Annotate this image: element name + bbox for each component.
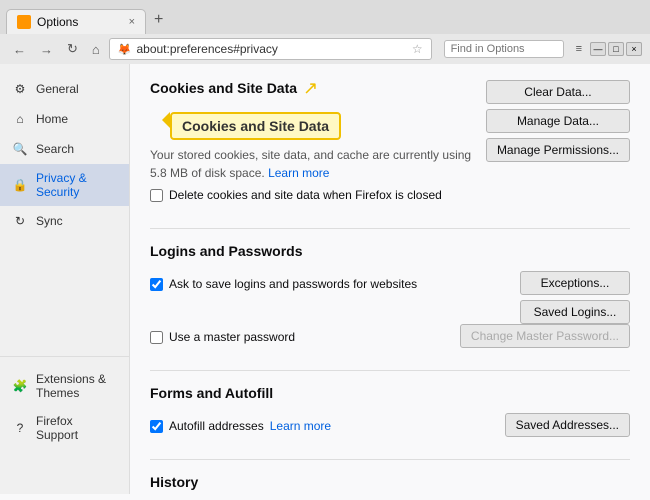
general-icon: ⚙ [12, 81, 28, 97]
master-password-checkbox[interactable] [150, 331, 163, 344]
change-master-button[interactable]: Change Master Password... [460, 324, 630, 348]
delete-cookies-checkbox[interactable] [150, 189, 163, 202]
divider-3 [150, 459, 630, 460]
forms-content: Autofill addresses Learn more [150, 413, 495, 439]
sidebar-label-search: Search [36, 142, 74, 156]
master-password-row: Use a master password Change Master Pass… [150, 324, 630, 350]
cookies-desc: Your stored cookies, site data, and cach… [150, 146, 476, 182]
forward-button[interactable]: → [35, 39, 58, 60]
master-checkbox-row: Use a master password [150, 330, 450, 344]
manage-data-button[interactable]: Manage Data... [486, 109, 630, 133]
url-text: about:preferences#privacy [136, 42, 277, 56]
tab-title: Options [37, 15, 78, 29]
divider-1 [150, 228, 630, 229]
sidebar-label-extensions: Extensions & Themes [36, 372, 117, 400]
saved-addresses-button[interactable]: Saved Addresses... [505, 413, 630, 437]
exceptions-button[interactable]: Exceptions... [520, 271, 630, 295]
sidebar-item-support[interactable]: ? Firefox Support [0, 407, 129, 449]
nav-bar: ← → ↻ ⌂ 🦊 about:preferences#privacy ☆ ≡ … [0, 34, 650, 64]
sidebar-item-sync[interactable]: ↻ Sync [0, 206, 129, 236]
search-icon: 🔍 [12, 141, 28, 157]
sidebar-item-extensions[interactable]: 🧩 Extensions & Themes [0, 365, 129, 407]
callout-container: Cookies and Site Data [150, 108, 476, 140]
extensions-icon: 🧩 [12, 378, 28, 394]
ask-logins-label: Ask to save logins and passwords for web… [169, 277, 417, 291]
toolbar-icons: ≡ [572, 43, 582, 55]
saved-logins-button[interactable]: Saved Logins... [520, 300, 630, 324]
cookies-title: Cookies and Site Data [150, 80, 297, 100]
forms-section: Forms and Autofill Autofill addresses Le… [150, 385, 630, 439]
logins-content: Ask to save logins and passwords for web… [150, 271, 510, 297]
delete-cookies-checkbox-row: Delete cookies and site data when Firefo… [150, 188, 476, 202]
forms-row: Autofill addresses Learn more Saved Addr… [150, 413, 630, 439]
manage-permissions-button[interactable]: Manage Permissions... [486, 138, 630, 162]
autofill-label: Autofill addresses [169, 419, 264, 433]
sidebar-label-home: Home [36, 112, 68, 126]
sidebar-item-privacy[interactable]: 🔒 Privacy & Security [0, 164, 129, 206]
autofill-checkbox-row: Autofill addresses Learn more [150, 419, 495, 433]
logins-buttons: Exceptions... Saved Logins... [520, 271, 630, 324]
sidebar-item-home[interactable]: ⌂ Home [0, 104, 129, 134]
sidebar: ⚙ General ⌂ Home 🔍 Search 🔒 Privacy & Se… [0, 64, 130, 494]
forms-title: Forms and Autofill [150, 385, 630, 405]
sidebar-label-support: Firefox Support [36, 414, 117, 442]
tab-close-btn[interactable]: × [129, 16, 135, 28]
reload-button[interactable]: ↻ [62, 38, 83, 60]
privacy-icon: 🔒 [12, 177, 28, 193]
clear-data-button[interactable]: Clear Data... [486, 80, 630, 104]
home-button[interactable]: ⌂ [87, 39, 105, 60]
sidebar-label-privacy: Privacy & Security [36, 171, 117, 199]
content-area: Cookies and Site Data ↗ Cookies and Site… [130, 64, 650, 494]
master-buttons: Change Master Password... [460, 324, 630, 348]
browser-chrome: Options × + ← → ↻ ⌂ 🦊 about:preferences#… [0, 0, 650, 64]
sidebar-label-general: General [36, 82, 79, 96]
callout-tooltip: Cookies and Site Data [170, 112, 341, 140]
tab-bar: Options × + [0, 0, 650, 34]
cookies-content: Cookies and Site Data ↗ Cookies and Site… [150, 80, 476, 208]
window-controls: — □ × [590, 42, 642, 56]
find-input[interactable] [444, 40, 564, 58]
sync-icon: ↻ [12, 213, 28, 229]
sidebar-item-general[interactable]: ⚙ General [0, 74, 129, 104]
cookies-learn-more[interactable]: Learn more [268, 166, 329, 180]
history-section: History Firefox will Remember history Ne… [150, 474, 630, 494]
cookies-buttons: Clear Data... Manage Data... Manage Perm… [486, 80, 630, 162]
active-tab[interactable]: Options × [6, 9, 146, 34]
find-bar [444, 40, 564, 58]
bookmark-icon[interactable]: ☆ [412, 42, 423, 56]
new-tab-button[interactable]: + [146, 6, 171, 34]
sidebar-bottom: 🧩 Extensions & Themes ? Firefox Support [0, 356, 129, 449]
forms-buttons: Saved Addresses... [505, 413, 630, 437]
back-button[interactable]: ← [8, 39, 31, 60]
minimize-button[interactable]: — [590, 42, 606, 56]
logins-section: Logins and Passwords Ask to save logins … [150, 243, 630, 350]
tab-icon [17, 15, 31, 29]
cookies-title-row: Cookies and Site Data ↗ [150, 80, 476, 108]
firefox-icon: 🦊 [118, 43, 132, 56]
home-icon: ⌂ [12, 111, 28, 127]
url-bar[interactable]: 🦊 about:preferences#privacy ☆ [109, 38, 432, 60]
close-button[interactable]: × [626, 42, 642, 56]
callout-arrow-icon: ↗ [303, 78, 318, 99]
sidebar-label-sync: Sync [36, 214, 63, 228]
master-password-label: Use a master password [169, 330, 295, 344]
divider-2 [150, 370, 630, 371]
master-content: Use a master password [150, 324, 450, 350]
ask-logins-checkbox-row: Ask to save logins and passwords for web… [150, 277, 510, 291]
delete-cookies-label: Delete cookies and site data when Firefo… [169, 188, 442, 202]
history-title: History [150, 474, 630, 494]
main-content: ⚙ General ⌂ Home 🔍 Search 🔒 Privacy & Se… [0, 64, 650, 494]
logins-row: Ask to save logins and passwords for web… [150, 271, 630, 324]
maximize-button[interactable]: □ [608, 42, 624, 56]
ask-logins-checkbox[interactable] [150, 278, 163, 291]
support-icon: ? [12, 420, 28, 436]
autofill-checkbox[interactable] [150, 420, 163, 433]
logins-title: Logins and Passwords [150, 243, 630, 263]
autofill-learn-more[interactable]: Learn more [270, 419, 331, 433]
sidebar-item-search[interactable]: 🔍 Search [0, 134, 129, 164]
cookies-row: Cookies and Site Data ↗ Cookies and Site… [150, 80, 630, 208]
cookies-section: Cookies and Site Data ↗ Cookies and Site… [150, 80, 630, 208]
menu-icon[interactable]: ≡ [576, 43, 582, 55]
